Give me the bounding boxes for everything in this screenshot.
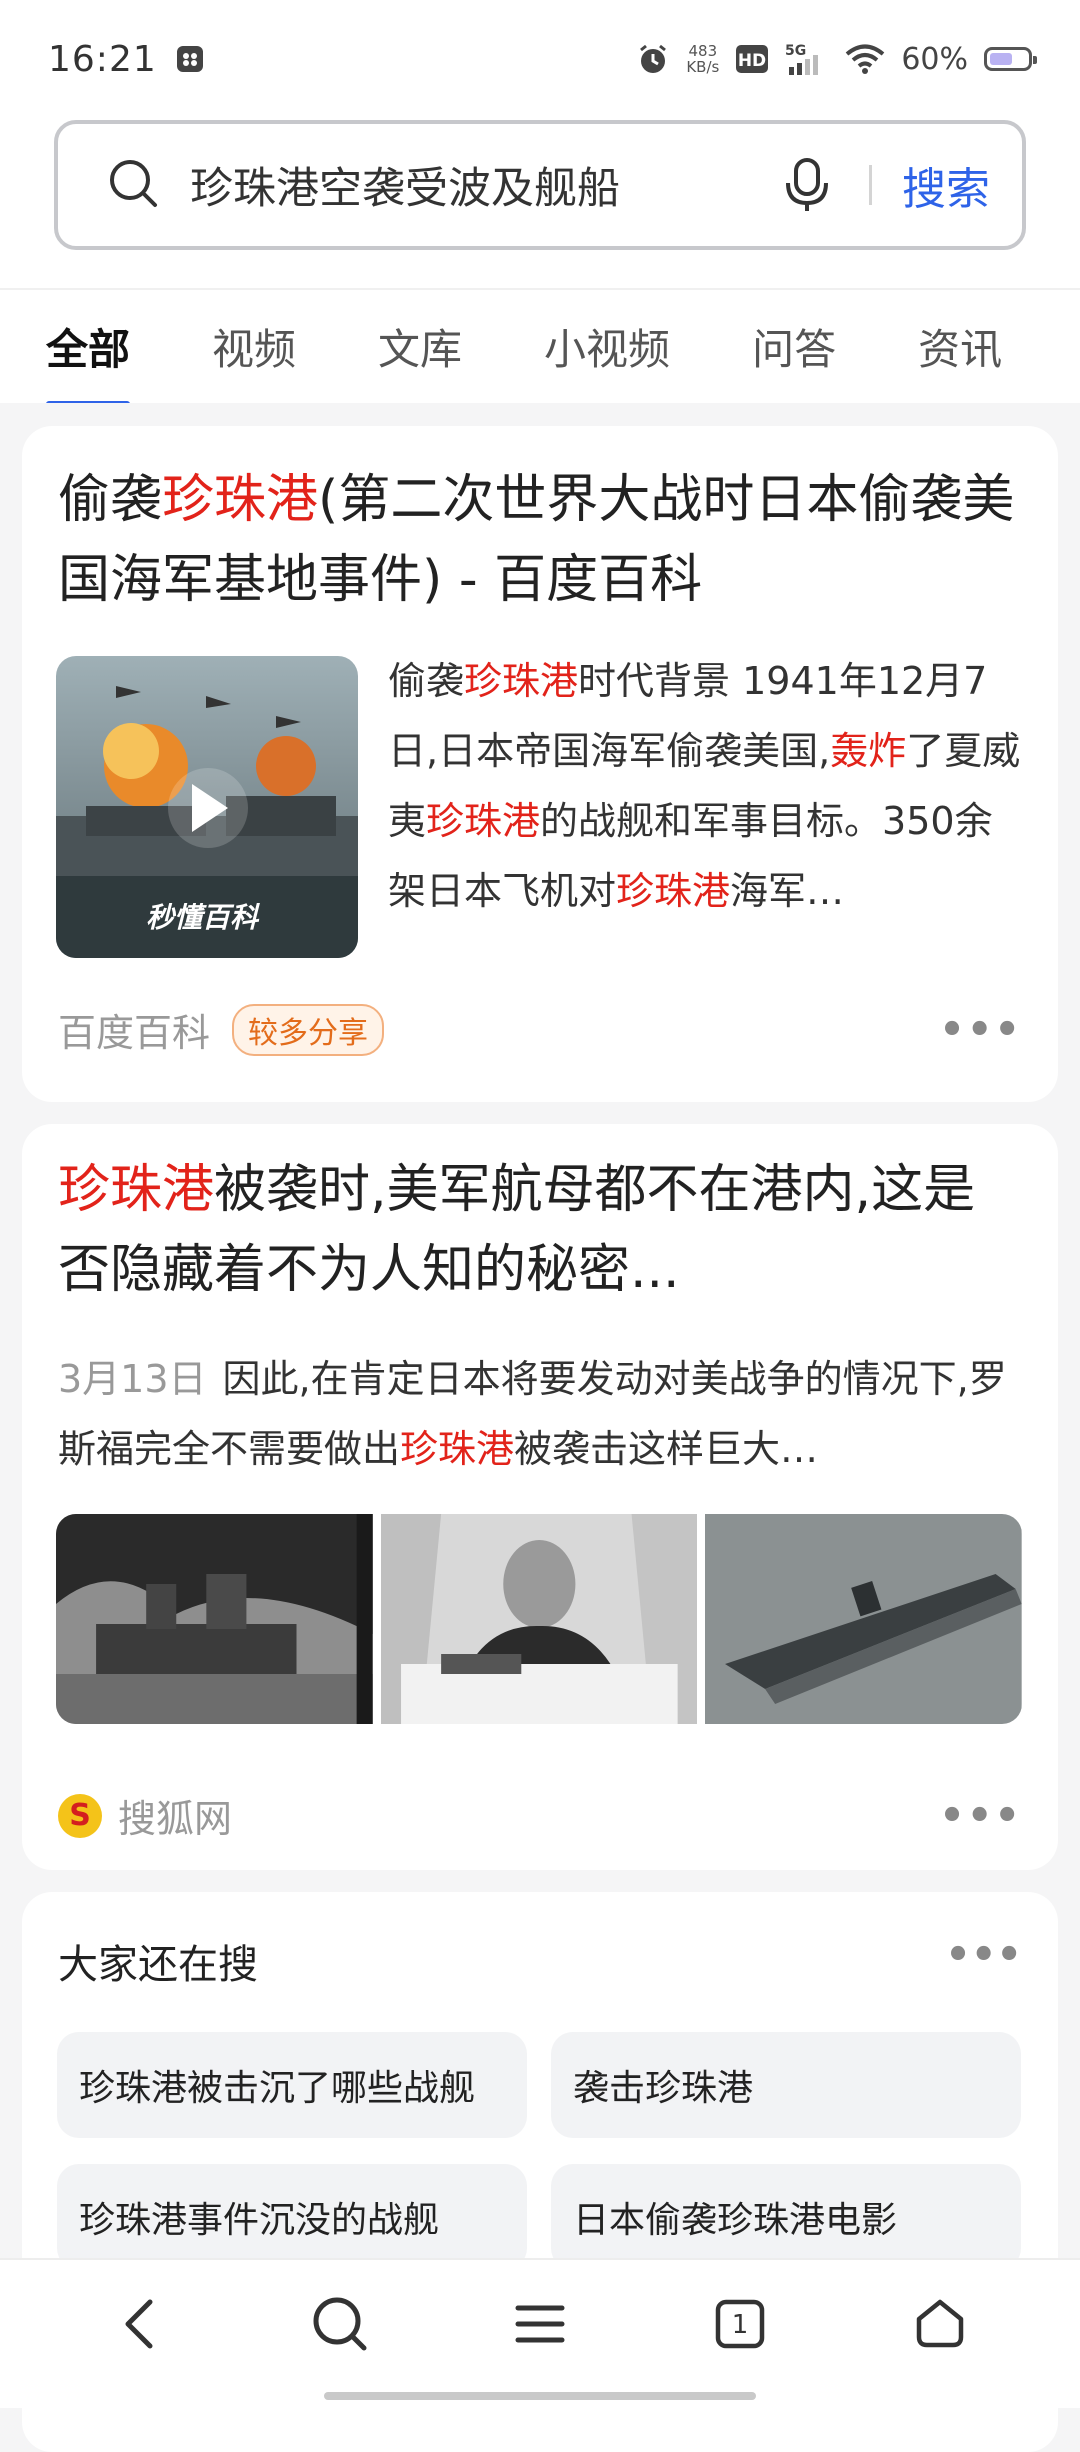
menu-icon[interactable] bbox=[495, 2279, 585, 2369]
search-box[interactable]: 珍珠港空袭受波及舰船 搜索 bbox=[54, 120, 1026, 250]
search-icon bbox=[106, 156, 160, 214]
wifi-icon bbox=[845, 43, 885, 75]
clock: 16:21 bbox=[48, 38, 157, 80]
related-chip[interactable]: 珍珠港事件沉没的战舰 bbox=[57, 2164, 527, 2270]
more-options-icon[interactable]: ••• bbox=[939, 1793, 1022, 1839]
sohu-logo-icon: S bbox=[58, 1793, 102, 1838]
tab-all[interactable]: 全部 bbox=[46, 316, 131, 403]
related-chip[interactable]: 袭击珍珠港 bbox=[551, 2032, 1021, 2138]
alarm-icon bbox=[636, 42, 670, 76]
thumbnail-watermark: 秒懂百科 bbox=[146, 901, 259, 934]
result-card-sohu[interactable]: 珍珠港被袭时,美军航母都不在港内,这是否隐藏着不为人知的秘密... 3月13日因… bbox=[22, 1124, 1058, 1870]
result-title[interactable]: 偷袭珍珠港(第二次世界大战时日本偷袭美国海军基地事件) - 百度百科 bbox=[58, 460, 1022, 620]
svg-text:HD: HD bbox=[738, 51, 766, 71]
network-speed: 483 KB/s bbox=[686, 42, 720, 76]
result-snippet: 偷袭珍珠港时代背景 1941年12月7日,日本帝国海军偷袭美国,轰炸了夏威夷珍珠… bbox=[388, 659, 1021, 913]
result-card-baike[interactable]: 偷袭珍珠港(第二次世界大战时日本偷袭美国海军基地事件) - 百度百科 秒懂百科 … bbox=[22, 426, 1058, 1102]
cellular-signal-icon: 5G bbox=[785, 41, 829, 77]
publish-date: 3月13日 bbox=[58, 1357, 207, 1401]
search-input[interactable]: 珍珠港空袭受波及舰船 bbox=[190, 154, 775, 216]
svg-text:5G: 5G bbox=[785, 43, 806, 59]
share-badge: 较多分享 bbox=[232, 1003, 385, 1056]
tab-qa[interactable]: 问答 bbox=[752, 316, 836, 377]
search-icon[interactable] bbox=[295, 2279, 385, 2369]
video-thumbnail[interactable]: 秒懂百科 bbox=[56, 656, 358, 958]
microphone-icon[interactable] bbox=[775, 153, 839, 217]
svg-text:1: 1 bbox=[732, 2310, 749, 2340]
divider bbox=[869, 165, 872, 205]
home-indicator[interactable] bbox=[324, 2392, 756, 2400]
category-tabs: 全部 视频 文库 小视频 问答 资讯 热 bbox=[0, 288, 1080, 403]
result-title[interactable]: 珍珠港被袭时,美军航母都不在港内,这是否隐藏着不为人知的秘密... bbox=[58, 1150, 1022, 1310]
app-notification-icon bbox=[175, 44, 205, 74]
more-options-icon[interactable]: ••• bbox=[939, 1007, 1022, 1053]
tab-video[interactable]: 视频 bbox=[212, 316, 296, 377]
status-bar: 16:21 483 KB/s HD 5G 60% bbox=[0, 0, 1080, 118]
more-options-icon[interactable]: ••• bbox=[945, 1932, 1022, 1978]
bottom-navigation: 1 bbox=[0, 2258, 1080, 2408]
tab-short-video[interactable]: 小视频 bbox=[544, 316, 670, 377]
source-name[interactable]: 百度百科 bbox=[58, 1002, 210, 1057]
result-snippet: 3月13日 因此,在肯定日本将要发动对美战争的情况下,罗斯福完全不需要做出珍珠港被… bbox=[58, 1357, 1007, 1471]
battleship-smoke-image[interactable] bbox=[56, 1514, 373, 1724]
battery-percent: 60% bbox=[901, 41, 968, 77]
result-source-row: 百度百科 较多分享 ••• bbox=[58, 1002, 1022, 1057]
source-name[interactable]: 搜狐网 bbox=[118, 1788, 232, 1843]
result-source-row: S 搜狐网 ••• bbox=[58, 1788, 1022, 1843]
search-header: 珍珠港空袭受波及舰船 搜索 bbox=[0, 118, 1080, 288]
tab-news[interactable]: 资讯 bbox=[918, 316, 1002, 377]
hd-icon: HD bbox=[735, 44, 769, 74]
related-title: 大家还在搜 bbox=[58, 1942, 258, 1988]
image-strip[interactable] bbox=[56, 1514, 1023, 1724]
battery-icon bbox=[984, 47, 1037, 71]
related-chip[interactable]: 珍珠港被击沉了哪些战舰 bbox=[57, 2032, 527, 2138]
play-icon[interactable] bbox=[168, 768, 248, 848]
tab-library[interactable]: 文库 bbox=[378, 316, 462, 377]
roosevelt-portrait-image[interactable] bbox=[380, 1514, 698, 1724]
tabs-icon[interactable]: 1 bbox=[695, 2279, 785, 2369]
back-icon[interactable] bbox=[95, 2279, 185, 2369]
related-chip[interactable]: 日本偷袭珍珠港电影 bbox=[551, 2164, 1021, 2270]
search-button[interactable]: 搜索 bbox=[902, 153, 990, 217]
aircraft-carrier-image[interactable] bbox=[705, 1514, 1023, 1724]
home-icon[interactable] bbox=[895, 2279, 985, 2369]
